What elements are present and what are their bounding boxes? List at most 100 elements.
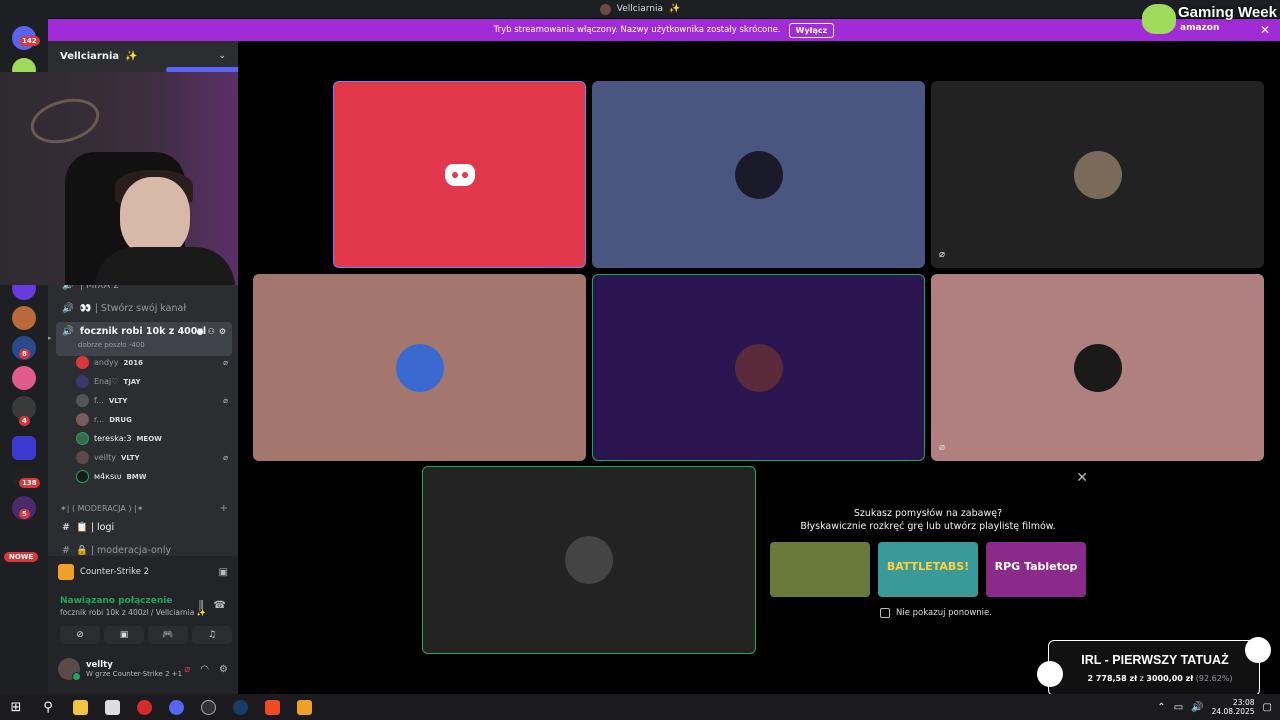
banner-text: Tryb streamowania włączony. Nazwy użytko… xyxy=(493,25,781,35)
category-moderacja[interactable]: ✶| ( MODERACJA ) |✶ + xyxy=(56,500,232,516)
voice-channel[interactable]: 🔊 👀 | Stwórz swój kanał xyxy=(56,298,232,318)
gear-icon[interactable]: ⚙ xyxy=(219,327,226,336)
activity-icon[interactable]: 🎮 xyxy=(148,626,188,644)
activity-card[interactable] xyxy=(770,542,870,597)
voice-user[interactable]: Enaj♡ TJAY xyxy=(76,373,232,390)
voice-user[interactable]: vellty VLTY ⌀ xyxy=(76,449,232,466)
screen-share-icon[interactable]: ▣ xyxy=(104,626,144,644)
user-name: andyy xyxy=(94,358,119,367)
server-icon[interactable] xyxy=(12,306,36,330)
search-icon[interactable]: ⚲ xyxy=(32,694,64,720)
voice-user[interactable]: tereska:3 MEOW xyxy=(76,430,232,447)
avatar xyxy=(58,658,81,681)
participant-tile[interactable] xyxy=(592,274,925,461)
time: 23:08 xyxy=(1232,698,1255,707)
new-badge[interactable]: NOWE xyxy=(4,552,39,562)
window-titlebar: Vellciarnia ✨ xyxy=(0,0,1280,18)
disconnect-icon[interactable]: ☎ xyxy=(214,600,226,611)
voice-user[interactable]: f... VLTY ⌀ xyxy=(76,392,232,409)
hash-icon: # xyxy=(62,544,70,556)
checkbox[interactable] xyxy=(880,608,890,618)
goal-separator: z xyxy=(1139,674,1144,683)
mic-muted-icon: ⌀ xyxy=(223,453,228,462)
disable-streamer-mode-button[interactable]: Wyłącz xyxy=(788,22,835,38)
clan-tag: DRUG xyxy=(109,415,132,424)
user-name: vellty xyxy=(94,453,116,462)
file-explorer-icon[interactable] xyxy=(64,694,96,720)
voice-video-grid: ⌀ ⌀ xyxy=(238,41,1280,694)
obs-icon[interactable] xyxy=(192,694,224,720)
participant-tile[interactable]: ⌀ xyxy=(931,81,1264,268)
speaker-icon: 🔊 xyxy=(62,302,74,314)
participant-tile[interactable]: ⌀ xyxy=(931,274,1264,461)
dont-show-again[interactable]: Nie pokazuj ponownie. xyxy=(880,608,992,618)
participant-tile[interactable] xyxy=(253,274,586,461)
voice-user[interactable]: r... DRUG xyxy=(76,411,232,428)
mic-muted-icon: ⌀ xyxy=(223,396,228,405)
headphones-icon[interactable]: ◠ xyxy=(200,664,209,675)
mic-muted-icon: ⌀ xyxy=(223,358,228,367)
activity-card[interactable]: RPG Tabletop xyxy=(986,542,1086,597)
participant-tile[interactable] xyxy=(422,466,756,654)
screen-share-icon[interactable]: ▣ xyxy=(219,567,228,578)
invite-icon[interactable]: ⚇ xyxy=(208,327,215,336)
connection-channel[interactable]: focznik robi 10k z 400zl / Vellciarnia ✨ xyxy=(60,608,206,617)
gear-icon[interactable]: ⚙ xyxy=(219,664,228,675)
counter-strike-icon[interactable] xyxy=(288,694,320,720)
chevron-down-icon[interactable]: ⌄ xyxy=(218,51,226,61)
chat-icon[interactable]: ● xyxy=(197,327,204,336)
window-title: Vellciarnia xyxy=(616,4,663,14)
windows-taskbar: ⊞ ⚲ ⌃ ▭ 🔊 23:08 24.08.2025 ▢ xyxy=(0,694,1280,720)
calculator-icon[interactable] xyxy=(96,694,128,720)
avatar xyxy=(565,536,613,584)
clan-tag: TJAY xyxy=(123,377,141,386)
goal-percent: (92.62%) xyxy=(1195,674,1233,683)
clock[interactable]: 23:08 24.08.2025 xyxy=(1212,698,1255,716)
current-user[interactable]: vellty W grze Counter-Strike 2 +1 ⌀ ◠ ⚙ xyxy=(58,656,232,682)
goal-current: 2 778,58 zł xyxy=(1087,674,1138,683)
noise-suppression-icon[interactable]: ⫼ xyxy=(199,600,204,611)
brave-icon[interactable] xyxy=(256,694,288,720)
volume-icon[interactable]: 🔊 xyxy=(1191,702,1203,713)
text-channel-logi[interactable]: # 📋 | logi xyxy=(56,517,232,537)
clan-tag: VLTY xyxy=(108,396,128,405)
voice-user[interactable]: м4кѕιυ BMW xyxy=(76,468,232,485)
camera-off-icon[interactable]: ⊘ xyxy=(60,626,100,644)
game-name: Counter-Strike 2 xyxy=(80,567,150,577)
soundboard-icon[interactable]: ♫ xyxy=(192,626,232,644)
folder-icon[interactable] xyxy=(12,436,36,460)
participant-tile[interactable] xyxy=(333,81,586,268)
date: 24.08.2025 xyxy=(1211,707,1255,716)
goal-title: IRL - PIERWSZY TATUAŻ xyxy=(1081,653,1229,667)
notification-badge: 5 xyxy=(19,509,30,519)
notification-badge: 8 xyxy=(19,349,30,359)
close-icon[interactable]: ✕ xyxy=(1076,470,1088,486)
donation-goal: IRL - PIERWSZY TATUAŻ 2 778,58 zł z 3000… xyxy=(1037,637,1271,696)
avatar xyxy=(76,375,89,388)
opera-icon[interactable] xyxy=(128,694,160,720)
notification-badge: 138 xyxy=(19,478,40,488)
voice-user[interactable]: andyy 2016 ⌀ xyxy=(76,354,232,371)
avatar xyxy=(395,343,444,392)
connection-actions: ⫼ ☎ xyxy=(199,600,226,611)
notifications-icon[interactable]: ▢ xyxy=(1263,702,1272,713)
active-voice-channel[interactable]: 🔊 focznik robi 10k z 400zl dobrze poszło… xyxy=(56,322,232,356)
chevron-right-icon[interactable]: ▸ xyxy=(48,334,52,342)
mic-muted-icon: ⌀ xyxy=(939,442,946,453)
participant-tile[interactable] xyxy=(592,81,925,268)
sparkle-icon: ✨ xyxy=(669,4,681,14)
discord-icon[interactable] xyxy=(160,694,192,720)
chevron-up-icon[interactable]: ⌃ xyxy=(1157,702,1165,713)
streamer-mode-banner: Tryb streamowania włączony. Nazwy użytko… xyxy=(48,19,1280,41)
system-tray: ⌃ ▭ 🔊 23:08 24.08.2025 ▢ xyxy=(1157,694,1272,720)
server-icon[interactable] xyxy=(12,366,36,390)
add-channel-icon[interactable]: + xyxy=(220,503,228,514)
clan-tag: 2016 xyxy=(123,358,144,367)
steam-icon[interactable] xyxy=(224,694,256,720)
network-icon[interactable]: ▭ xyxy=(1174,702,1183,713)
avatar xyxy=(734,150,783,199)
mic-muted-icon[interactable]: ⌀ xyxy=(184,664,190,675)
activity-card[interactable]: BATTLETABS! xyxy=(878,542,978,597)
avatar xyxy=(734,343,783,392)
windows-start-icon[interactable]: ⊞ xyxy=(0,694,32,720)
